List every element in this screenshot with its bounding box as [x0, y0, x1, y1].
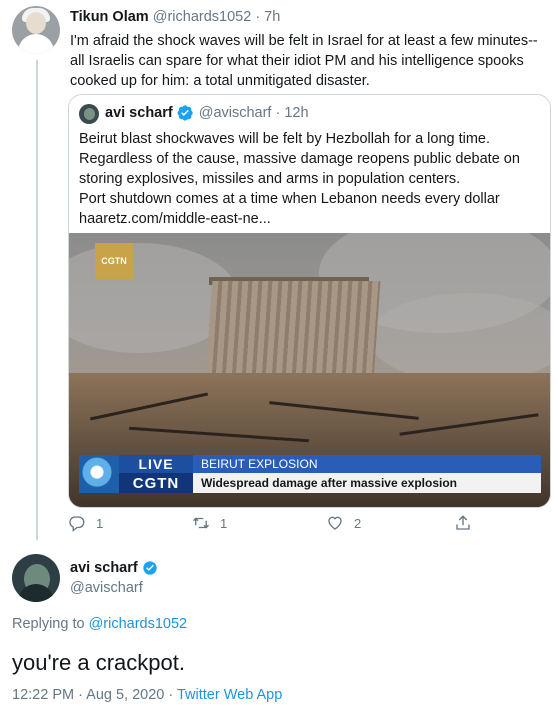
tweet1-author-name[interactable]: Tikun Olam	[70, 9, 149, 25]
reply-text: you're a crackpot.	[12, 650, 185, 675]
reply-metadata: 12:22 PM · Aug 5, 2020 · Twitter Web App	[12, 687, 282, 703]
quote-line: storing explosives, missiles and arms in…	[79, 171, 461, 187]
quote-timestamp: · 12h	[275, 105, 309, 121]
avatar-avi-scharf[interactable]	[12, 554, 60, 602]
quote-text: Beirut blast shockwaves will be felt by …	[79, 129, 541, 229]
avatar-tikun-olam[interactable]	[12, 6, 60, 54]
globe-icon	[79, 455, 119, 493]
reply-button[interactable]: 1	[68, 514, 103, 532]
quote-line: Beirut blast shockwaves will be felt by …	[79, 131, 491, 147]
grain-silo	[205, 281, 381, 379]
like-count: 2	[354, 515, 362, 531]
retweet-button[interactable]: 1	[192, 514, 227, 532]
live-label: LIVE	[119, 455, 193, 473]
verified-badge-icon	[177, 105, 193, 121]
tweet1-header: Tikun Olam @richards1052 · 7h	[70, 9, 280, 25]
retweet-icon	[193, 517, 209, 529]
retweet-count: 1	[220, 515, 228, 531]
tweet1-author-handle[interactable]: @richards1052	[153, 9, 252, 25]
replying-to-line: Replying to @richards1052	[12, 616, 187, 632]
share-button[interactable]	[454, 514, 472, 532]
like-button[interactable]: 2	[326, 514, 361, 532]
quoted-tweet-card[interactable]: avi scharf @avischarf · 12h Beirut blast…	[68, 94, 551, 508]
cgtn-logo: CGTN	[95, 243, 133, 279]
quote-avatar	[79, 104, 99, 124]
quote-media-image[interactable]: CGTN LIVE CGTN BEIRUT EXPLOSION Widespre…	[69, 233, 550, 507]
news-headline: BEIRUT EXPLOSION	[193, 455, 541, 473]
tweet1-action-bar: 1 1 2	[68, 514, 488, 536]
reply-timestamp[interactable]: 12:22 PM · Aug 5, 2020 ·	[12, 687, 173, 703]
reply-author-handle[interactable]: @avischarf	[70, 580, 143, 596]
quote-line: Port shutdown comes at a time when Leban…	[79, 191, 500, 207]
reply-source-link[interactable]: Twitter Web App	[177, 687, 282, 703]
quote-link[interactable]: haaretz.com/middle-east-ne...	[79, 209, 541, 229]
replying-to-handle-link[interactable]: @richards1052	[89, 616, 188, 632]
verified-badge-icon	[143, 561, 157, 575]
replying-to-prefix: Replying to	[12, 616, 85, 632]
quote-author-handle: @avischarf	[198, 105, 272, 121]
reply-author-name-row[interactable]: avi scharf	[70, 560, 164, 576]
channel-label: CGTN	[119, 473, 193, 493]
thread-connector-line	[36, 60, 38, 540]
reply-icon	[69, 516, 85, 532]
news-lower-third: LIVE CGTN BEIRUT EXPLOSION Widespread da…	[79, 455, 541, 493]
quote-author-name: avi scharf	[105, 105, 173, 121]
tweet1-text: I'm afraid the shock waves will be felt …	[70, 33, 538, 89]
tweet1-timestamp[interactable]: · 7h	[255, 9, 280, 25]
share-icon	[456, 515, 470, 530]
quote-header: avi scharf @avischarf · 12h	[105, 105, 309, 121]
quote-line: Regardless of the cause, massive damage …	[79, 151, 520, 167]
news-subline: Widespread damage after massive explosio…	[193, 473, 541, 493]
reply-author-name[interactable]: avi scharf	[70, 560, 138, 576]
like-icon	[328, 516, 342, 530]
reply-count: 1	[96, 515, 104, 531]
